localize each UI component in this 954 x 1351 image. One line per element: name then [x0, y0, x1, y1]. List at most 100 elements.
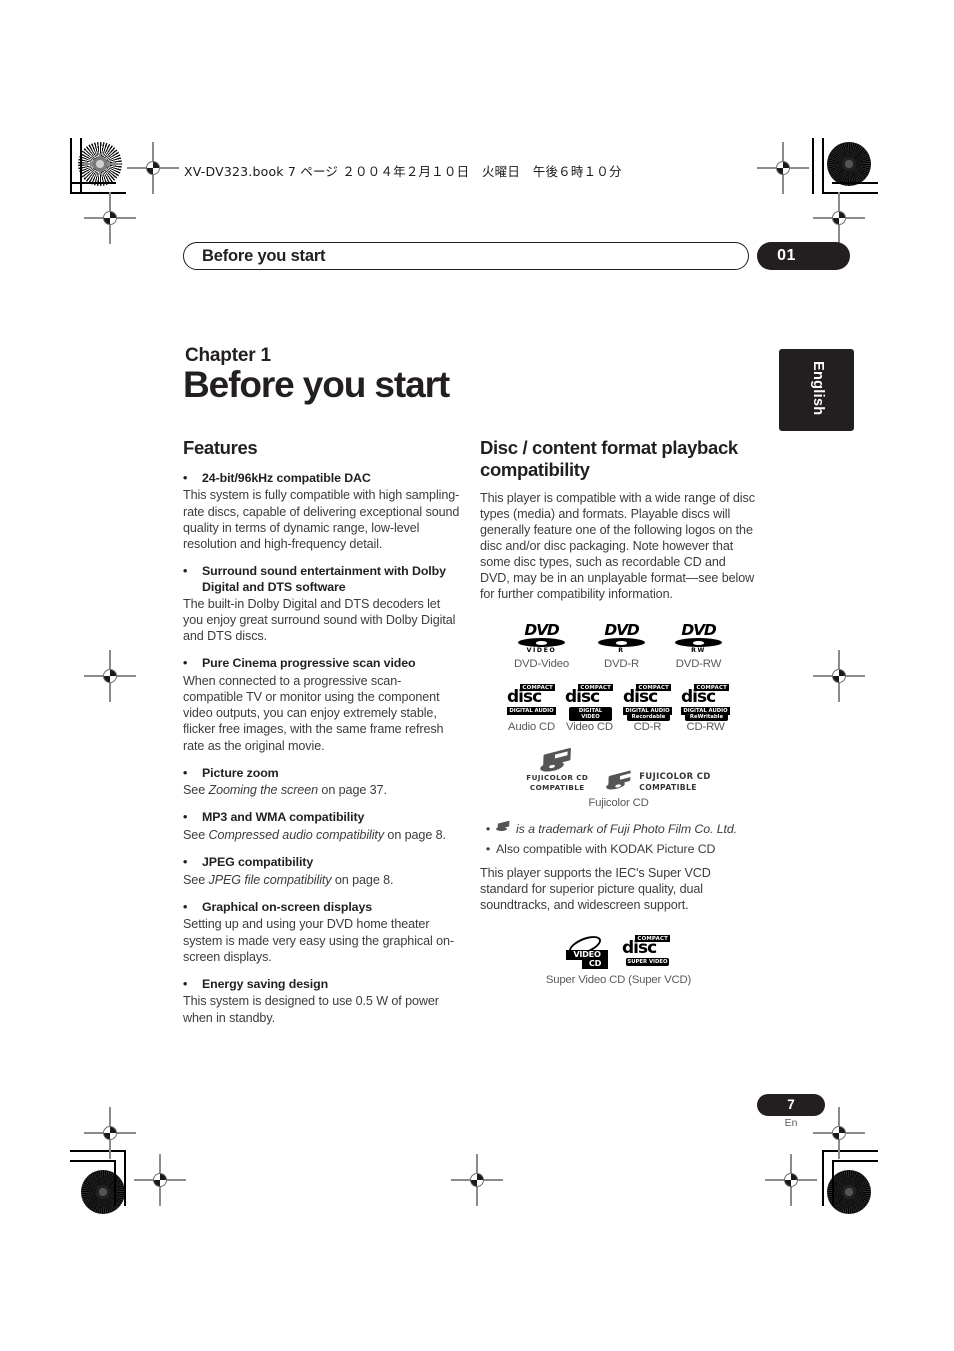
feature-ref-em: Compressed audio compatibility: [208, 828, 385, 842]
bullet-glyph: •: [183, 810, 188, 825]
cd-wordmark: disc: [623, 687, 658, 708]
fujicolor-film-disc-icon: [539, 748, 574, 774]
feature-title: 24-bit/96kHz compatible DAC: [202, 470, 371, 485]
feature-ref-post: on page 8.: [331, 872, 394, 887]
fujicolor-logo-row: FUJICOLOR CD COMPATIBLE FUJICOLOR CD COM…: [480, 748, 757, 793]
dvd-subtype: VIDEO: [526, 647, 557, 655]
registration-target-mid-right: [813, 650, 865, 702]
audio-cd-icon: COMPACT disc DIGITAL AUDIO: [507, 684, 556, 718]
registration-burst-bottom-right: [827, 1170, 871, 1214]
registration-target-lower-left: [84, 1107, 136, 1159]
cd-wordmark: disc: [622, 938, 657, 959]
fujicolor-line1: FUJICOLOR CD: [526, 773, 589, 783]
fujicolor-line2: COMPATIBLE: [529, 783, 585, 793]
disc-compatibility-column: Disc / content format playback compatibi…: [480, 437, 757, 986]
registration-burst-bottom-left: [81, 1170, 125, 1214]
feature-ref-pre: See: [183, 828, 209, 842]
chapter-number-badge: 01: [757, 242, 850, 270]
disc-compatibility-intro: This player is compatible with a wide ra…: [480, 490, 755, 602]
registration-burst-top-right: [827, 142, 871, 186]
feature-title: Picture zoom: [202, 765, 279, 780]
logo-video-cd-mark: VIDEO CD: [566, 932, 608, 969]
cd-wordmark: disc: [565, 687, 600, 708]
bullet-glyph: •: [183, 976, 188, 991]
dvd-video-icon: DVD VIDEO: [517, 622, 566, 655]
bullet-glyph: •: [485, 821, 491, 836]
bullet-glyph: •: [183, 563, 188, 578]
cd-subtype-label: SUPER VIDEO: [626, 958, 669, 967]
registration-target-lower-right: [813, 1107, 865, 1159]
vcd-line2: CD: [582, 959, 608, 969]
feature-title: Graphical on-screen displays: [202, 899, 373, 914]
manual-page: XV-DV323.book 7 ページ ２００４年２月１０日 火曜日 午後６時１…: [0, 0, 954, 1351]
video-cd-disc-icon: VIDEO CD: [566, 932, 608, 969]
registration-target-top-right: [757, 142, 809, 194]
cd-logo-row: COMPACT disc DIGITAL AUDIO Audio CD COMP…: [480, 684, 757, 733]
cd-subtype-label: Recordable: [627, 712, 670, 721]
registration-target-upper-left: [84, 192, 136, 244]
cd-format-label: DIGITAL VIDEO: [569, 707, 612, 722]
fujicolor-line1: FUJICOLOR CD: [639, 771, 711, 782]
feature-title: Surround sound entertainment with Dolby …: [202, 563, 446, 594]
fuji-mark-icon: [496, 820, 516, 837]
svcd-logo-row: VIDEO CD COMPACT disc SUPER VIDEO: [480, 932, 757, 969]
cd-wordmark: disc: [681, 687, 716, 708]
dvd-subtype: R: [618, 647, 625, 655]
running-head-bar: Before you start: [183, 242, 749, 270]
bullet-glyph: •: [485, 841, 491, 856]
logo-dvd-rw: DVD RW DVD-RW: [674, 622, 723, 670]
feature-title: Pure Cinema progressive scan video: [202, 656, 416, 671]
logo-caption: DVD-Video: [514, 658, 569, 671]
feature-ref-em: JPEG file compatibility: [208, 872, 332, 887]
logo-dvd-video: DVD VIDEO DVD-Video: [514, 622, 569, 671]
running-head-title: Before you start: [202, 247, 326, 265]
chapter-number-text: 01: [777, 247, 796, 264]
dvd-subtype: RW: [691, 647, 706, 655]
logo-dvd-r: DVD R DVD-R: [597, 622, 646, 670]
registration-target-mid-left: [84, 650, 136, 702]
registration-target-bottom-left: [134, 1154, 186, 1206]
features-column: Features • 24-bit/96kHz compatible DAC T…: [183, 437, 460, 1026]
logo-super-video-cd: COMPACT disc SUPER VIDEO: [622, 935, 671, 969]
logo-caption: DVD-R: [603, 658, 640, 671]
trademark-text: Also compatible with KODAK Picture CD: [496, 841, 716, 856]
feature-title: MP3 and WMA compatibility: [202, 810, 365, 825]
feature-item: • JPEG compatibility See JPEG file compa…: [183, 855, 460, 888]
cd-subtype-label: ReWritable: [685, 712, 728, 721]
page-number-badge: 7: [757, 1094, 825, 1116]
trademark-bullet-kodak: • Also compatible with KODAK Picture CD: [480, 841, 757, 857]
feature-ref-post: on page 8.: [384, 828, 446, 842]
logo-caption: CD-R: [633, 721, 662, 734]
dvd-wordmark: DVD: [524, 621, 559, 640]
language-tab-label: English: [810, 361, 826, 416]
feature-body: The built-in Dolby Digital and DTS decod…: [183, 597, 456, 644]
registration-burst-top-left: [78, 142, 122, 186]
dvd-wordmark: DVD: [681, 621, 716, 640]
feature-item: • 24-bit/96kHz compatible DAC This syste…: [183, 471, 460, 552]
cd-format-label: DIGITAL AUDIO: [507, 707, 556, 716]
file-header-text: XV-DV323.book 7 ページ ２００４年２月１０日 火曜日 午後６時１…: [184, 164, 622, 179]
fujicolor-line2: COMPATIBLE: [639, 782, 697, 792]
fujicolor-caption: Fujicolor CD: [588, 796, 649, 809]
logo-fujicolor-inline: FUJICOLOR CD COMPATIBLE: [605, 770, 711, 793]
feature-item: • Pure Cinema progressive scan video Whe…: [183, 656, 460, 753]
registration-target-bottom-right: [765, 1154, 817, 1206]
language-tab: English: [779, 349, 854, 431]
features-heading: Features: [183, 437, 258, 458]
registration-target-upper-right: [813, 192, 865, 244]
registration-target-top-left: [127, 142, 179, 194]
disc-compatibility-heading: Disc / content format playback compatibi…: [480, 437, 738, 480]
feature-ref-pre: See: [183, 872, 209, 887]
logo-cd-rw: COMPACT disc DIGITAL AUDIO ReWritable CD…: [681, 684, 730, 733]
dvd-rw-icon: DVD RW: [674, 622, 723, 655]
cd-r-icon: COMPACT disc DIGITAL AUDIO Recordable: [623, 684, 672, 721]
bullet-glyph: •: [183, 899, 188, 914]
logo-audio-cd: COMPACT disc DIGITAL AUDIO Audio CD: [507, 684, 556, 733]
logo-video-cd: COMPACT disc DIGITAL VIDEO Video CD: [565, 684, 614, 733]
feature-item: • Energy saving design This system is de…: [183, 977, 460, 1026]
dvd-r-icon: DVD R: [597, 622, 646, 655]
super-video-cd-icon: COMPACT disc SUPER VIDEO: [622, 935, 671, 969]
svcd-paragraph: This player supports the IEC's Super VCD…: [480, 866, 711, 913]
logo-fujicolor-stacked: FUJICOLOR CD COMPATIBLE: [526, 748, 589, 793]
feature-item: • Surround sound entertainment with Dolb…: [183, 564, 460, 645]
